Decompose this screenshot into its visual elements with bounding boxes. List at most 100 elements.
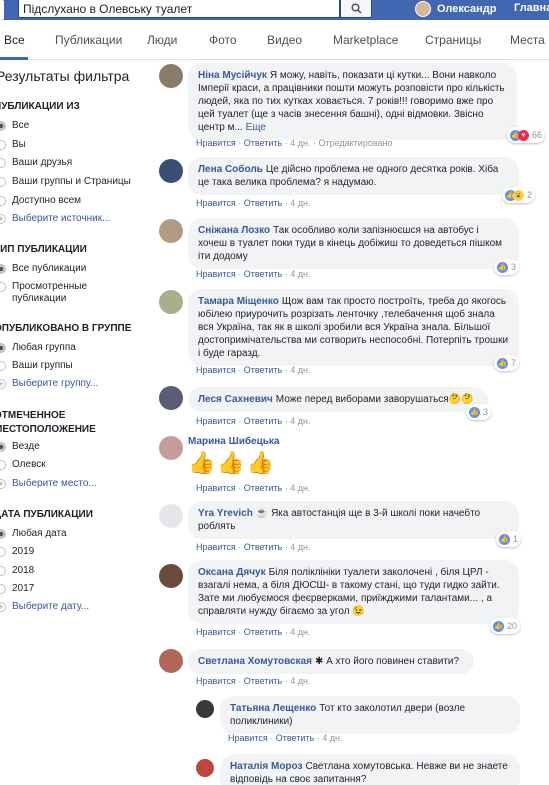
timestamp[interactable]: 4 дн. [322,733,342,743]
comment-author[interactable]: Леся Сахневич [198,394,273,405]
filter-option-viewed-posts[interactable]: Просмотренные публикации [0,281,146,305]
filter-title: Результаты фильтра [0,68,130,84]
reply-link[interactable]: Ответить [244,365,282,375]
reply-link[interactable]: Ответить [244,416,282,426]
timestamp[interactable]: 4 дн. [290,676,310,686]
tab-people[interactable]: Люди [147,33,177,47]
comment-author[interactable]: Светлана Хомутовская [198,656,312,667]
reaction-count[interactable]: 👍 3 [466,404,492,420]
like-link[interactable]: Нравится [196,483,236,493]
tab-pages[interactable]: Страницы [425,33,481,47]
choose-source-link[interactable]: + Выберите источник... [0,213,110,225]
timestamp[interactable]: 4 дн. [290,627,310,637]
timestamp[interactable]: 4 дн. [290,138,310,148]
filter-option-public[interactable]: Доступно всем [0,195,81,207]
like-link[interactable]: Нравится [196,198,236,208]
reaction-number: 7 [511,358,517,368]
tab-videos[interactable]: Видео [267,33,302,47]
comment-author[interactable]: Yra Yrevich [198,508,253,519]
reply-link[interactable]: Ответить [276,733,314,743]
reply-link[interactable]: Ответить [244,269,282,279]
facebook-logo-icon[interactable] [0,0,4,20]
avatar[interactable] [159,504,183,528]
filter-option-any-group[interactable]: Любая группа [0,342,76,354]
filter-option-groups-pages[interactable]: Ваши группы и Страницы [0,176,131,188]
avatar[interactable] [159,436,183,460]
comment-author[interactable]: Лена Соболь [198,164,263,175]
avatar[interactable] [196,700,214,718]
like-link[interactable]: Нравится [196,627,236,637]
reply-link[interactable]: Ответить [244,542,282,552]
avatar[interactable] [159,290,183,314]
like-link[interactable]: Нравится [196,416,236,426]
filter-option-2018[interactable]: 2018 [0,565,34,577]
search-button[interactable] [340,0,372,18]
reply-author[interactable]: Татьяна Лещенко [230,703,316,714]
tab-all[interactable]: Все [4,33,25,47]
reply-author[interactable]: Наталія Мороз [230,761,302,772]
timestamp[interactable]: 4 дн. [290,269,310,279]
see-more-link[interactable]: Еще [246,122,266,133]
reaction-count[interactable]: 👍 3 [494,259,520,275]
reply-link[interactable]: Ответить [244,198,282,208]
avatar[interactable] [159,564,183,588]
choose-group-link[interactable]: + Выберите группу... [0,378,98,390]
timestamp[interactable]: 4 дн. [290,542,310,552]
tab-photos[interactable]: Фото [209,33,237,47]
like-link[interactable]: Нравится [196,542,236,552]
comment-author[interactable]: Сніжана Лозко [198,225,270,236]
filter-option-all[interactable]: Все [0,120,29,132]
reply-link[interactable]: Ответить [244,483,282,493]
avatar[interactable] [159,219,183,243]
tab-places[interactable]: Места [510,33,545,47]
edited-label[interactable]: Отредактировано [318,138,392,148]
home-link[interactable]: Главная [514,2,549,14]
filter-option-2017[interactable]: 2017 [0,583,34,595]
tab-marketplace[interactable]: Marketplace [333,33,398,47]
filter-option-everywhere[interactable]: Везде [0,441,40,453]
plus-icon: + [0,602,6,612]
timestamp[interactable]: 4 дн. [290,365,310,375]
comment-author[interactable]: Марина Шибецька [188,436,279,447]
timestamp[interactable]: 4 дн. [290,416,310,426]
avatar[interactable] [159,386,183,410]
filter-option-2019[interactable]: 2019 [0,546,34,558]
reaction-count[interactable]: 👍 ♥ 66 [507,127,546,143]
comment-author[interactable]: Ніна Мусійчук [198,70,267,81]
reaction-number: 2 [527,190,533,200]
filter-heading-tagged-location: ОТМЕЧЕННОЕ МЕСТОПОЛОЖЕНИЕ [0,410,96,435]
comment-author[interactable]: Оксана Дячук [198,567,266,578]
reaction-count[interactable]: 👍 😮 2 [502,187,536,203]
like-link[interactable]: Нравится [196,365,236,375]
like-link[interactable]: Нравится [196,676,236,686]
tab-posts[interactable]: Публикации [55,33,122,47]
choose-date-link[interactable]: + Выберите дату... [0,601,89,613]
like-link[interactable]: Нравится [196,269,236,279]
filter-option-all-posts[interactable]: Все публикации [0,263,86,275]
like-link[interactable]: Нравится [196,138,236,148]
like-link[interactable]: Нравится [228,733,268,743]
filter-option-olevsk[interactable]: Олевск [0,459,46,471]
avatar[interactable] [159,64,183,88]
filter-option-any-date[interactable]: Любая дата [0,528,67,540]
choose-location-link[interactable]: + Выберите место... [0,478,97,490]
reaction-count[interactable]: 👍 1 [496,531,522,547]
filter-option-friends[interactable]: Ваши друзья [0,157,72,169]
reply-link[interactable]: Ответить [244,138,282,148]
avatar[interactable] [159,649,183,673]
profile-link[interactable]: Олександр [415,0,496,18]
reply-link[interactable]: Ответить [244,676,282,686]
comment-text: ✱ А хто його повинен ставити? [314,656,460,667]
filter-option-you[interactable]: Вы [0,139,26,151]
avatar[interactable] [159,159,183,183]
avatar[interactable] [196,759,214,777]
comment-author[interactable]: Тамара Міщенко [198,296,279,307]
like-reaction-icon: 👍 [497,357,508,369]
search-input[interactable]: Підслухано в Олевську туалет [18,0,340,18]
timestamp[interactable]: 4 дн. [290,483,310,493]
reaction-count[interactable]: 👍 20 [490,618,521,634]
filter-option-your-groups[interactable]: Ваши группы [0,360,73,372]
reaction-count[interactable]: 👍 7 [494,355,520,371]
reply-link[interactable]: Ответить [244,627,282,637]
timestamp[interactable]: 4 дн. [290,198,310,208]
